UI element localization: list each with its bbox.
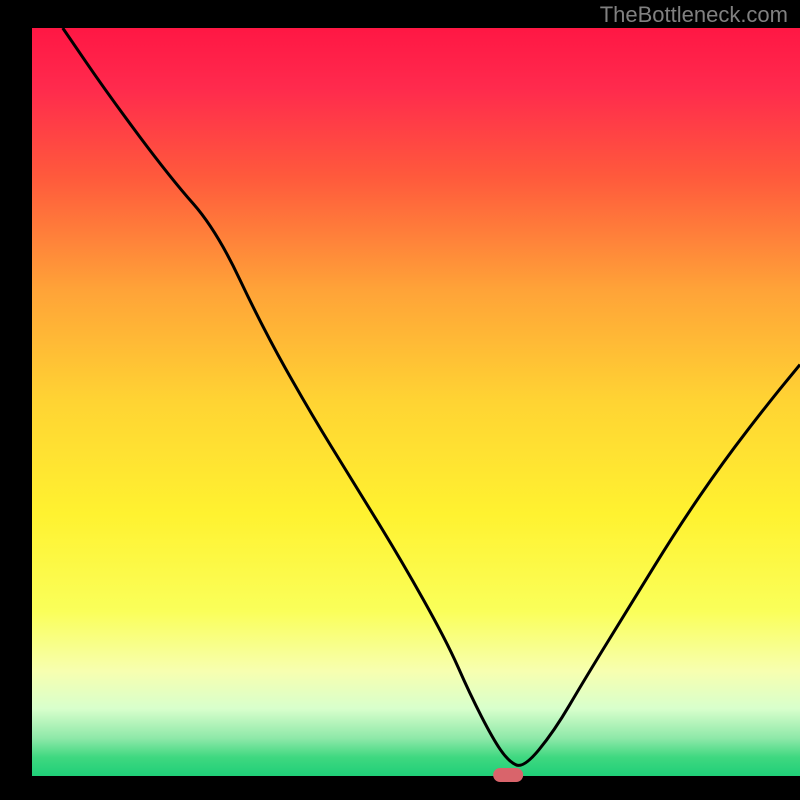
gradient-background <box>32 28 800 776</box>
optimal-point-marker <box>493 768 523 782</box>
watermark-text: TheBottleneck.com <box>600 2 788 28</box>
bottleneck-chart: TheBottleneck.com <box>0 0 800 800</box>
chart-svg <box>0 0 800 800</box>
